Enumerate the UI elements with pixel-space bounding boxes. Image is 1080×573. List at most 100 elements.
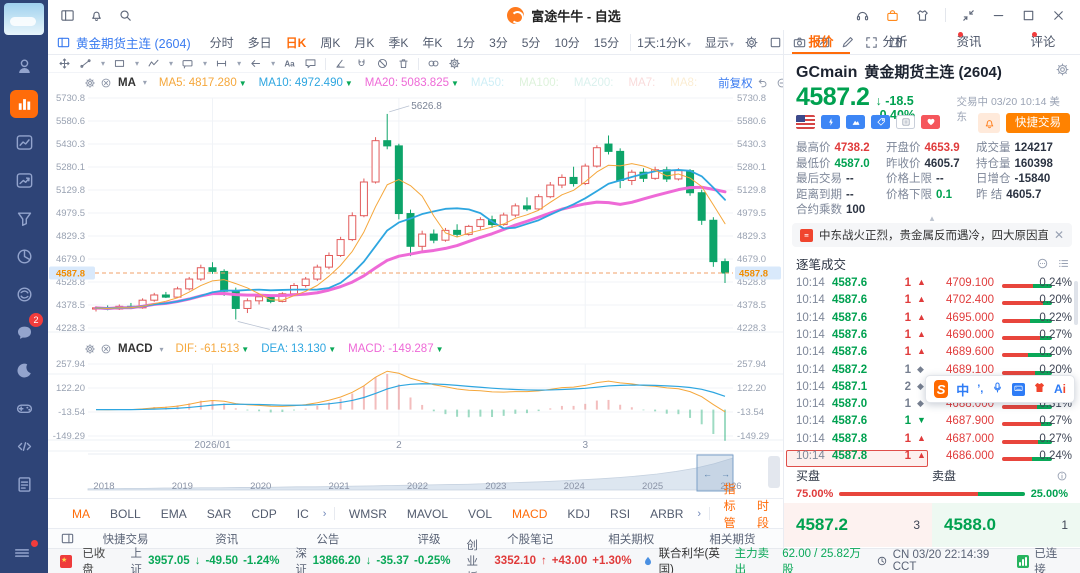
bell-icon[interactable]: [89, 8, 104, 23]
trade-row[interactable]: 10:14 4587.6 1 ▼ 4687.900 0.27%: [784, 415, 1080, 432]
price-alert-bell-icon[interactable]: [978, 113, 1000, 133]
interval-tool-icon[interactable]: [215, 57, 228, 70]
ban-tool-icon[interactable]: [376, 57, 389, 70]
period-tab-多日[interactable]: 多日: [241, 34, 279, 51]
sidebar-item-person[interactable]: [10, 52, 38, 80]
indicator-tab-KDJ[interactable]: KDJ: [557, 507, 600, 521]
tab-评论[interactable]: 评论: [1006, 30, 1080, 54]
quick-trade-button[interactable]: 快捷交易: [1006, 113, 1070, 133]
indicator-tab-ARBR[interactable]: ARBR: [640, 507, 693, 521]
symbol-panel-icon[interactable]: [56, 35, 71, 50]
headset-icon[interactable]: [855, 8, 870, 23]
trade-row[interactable]: 10:14 4587.8 1 ▲ 4687.000 0.27%: [784, 433, 1080, 450]
indicator-name[interactable]: MACD: [118, 343, 153, 355]
period-combo-tab[interactable]: 1天:1分K▾: [630, 33, 697, 51]
indicator-tab-MAVOL[interactable]: MAVOL: [397, 507, 458, 521]
tag-icon[interactable]: [871, 115, 890, 129]
period-tab-1分[interactable]: 1分: [449, 34, 482, 51]
sogou-logo-icon[interactable]: S: [934, 380, 949, 398]
quote-settings-gear-icon[interactable]: [1055, 62, 1070, 77]
arrow-left-tool-icon[interactable]: [249, 57, 262, 70]
period-tab-15分[interactable]: 15分: [587, 34, 626, 51]
list-view-icon[interactable]: [1057, 257, 1070, 270]
sidebar-item-funnel[interactable]: [10, 204, 38, 232]
tab-分析[interactable]: 分析: [858, 30, 932, 54]
wave-tool-icon[interactable]: [147, 57, 160, 70]
comment-tool-icon[interactable]: [304, 57, 317, 70]
news-close-icon[interactable]: ✕: [1054, 228, 1064, 242]
symbol-link[interactable]: 黄金期货主连 (2604): [76, 33, 191, 52]
keyboard-icon[interactable]: [1012, 382, 1025, 396]
angle-tool-icon[interactable]: [334, 57, 347, 70]
indicator-tab-MACD[interactable]: MACD: [502, 507, 557, 521]
info-icon[interactable]: [1056, 470, 1068, 482]
undo-icon[interactable]: [757, 77, 769, 89]
trade-row[interactable]: 10:14 4587.6 1 ▲ 4702.400 0.20%: [784, 294, 1080, 311]
magnet-tool-icon[interactable]: [355, 57, 368, 70]
close-icon[interactable]: [1051, 8, 1066, 23]
gear-tool-icon[interactable]: [448, 57, 461, 70]
period-tab-周K[interactable]: 周K: [313, 34, 347, 51]
index-上证[interactable]: 上证 3957.05 ↓ -49.50 -1.24%: [131, 545, 280, 573]
bottom-panel-toggle-icon[interactable]: [60, 531, 75, 546]
box-icon[interactable]: [768, 35, 783, 50]
more-chevron-icon[interactable]: ›: [693, 508, 705, 520]
sidebar-item-moon[interactable]: [10, 356, 38, 384]
rect-tool-icon[interactable]: [113, 57, 126, 70]
trade-row[interactable]: 10:14 4587.6 1 ▲ 4690.000 0.27%: [784, 329, 1080, 346]
sidebar-item-gamepad[interactable]: [10, 394, 38, 422]
period-tab-季K[interactable]: 季K: [381, 34, 415, 51]
ime-ai-button[interactable]: Ai: [1054, 382, 1066, 396]
indicator-tab-EMA[interactable]: EMA: [151, 507, 197, 521]
ime-toolbar[interactable]: S 中 ’, Ai: [925, 375, 1075, 403]
period-tab-3分[interactable]: 3分: [482, 34, 515, 51]
news-headline[interactable]: 中东战火正烈，贵金属反而遇冷，四大原因直击真...: [819, 227, 1048, 243]
trade-row[interactable]: 10:14 4587.6 1 ▲ 4689.600 0.20%: [784, 346, 1080, 363]
period-tab-分时[interactable]: 分时: [203, 34, 241, 51]
shirt-icon[interactable]: [915, 8, 930, 23]
macd-settings-icon[interactable]: [84, 343, 96, 355]
search-icon[interactable]: [118, 8, 133, 23]
ime-lang-toggle[interactable]: 中: [956, 380, 969, 399]
trade-row[interactable]: 10:14 4587.6 1 ▲ 4709.100 0.24%: [784, 277, 1080, 294]
more-chevron-icon[interactable]: ›: [319, 508, 331, 520]
bid-level[interactable]: 4587.2 3: [784, 503, 932, 547]
sidebar-item-pie[interactable]: [10, 242, 38, 270]
session-link[interactable]: 时段: [757, 497, 769, 531]
sidebar-menu-button[interactable]: [12, 540, 38, 566]
maxbox-icon[interactable]: [1021, 8, 1036, 23]
indicator-tab-IC[interactable]: IC: [287, 507, 319, 521]
indicator-tab-VOL[interactable]: VOL: [458, 507, 502, 521]
trash-tool-icon[interactable]: [397, 57, 410, 70]
more-options-icon[interactable]: [1036, 257, 1049, 270]
indicator-name[interactable]: MA: [118, 77, 136, 89]
callout-tool-icon[interactable]: [181, 57, 194, 70]
indicator-tab-WMSR[interactable]: WMSR: [339, 507, 397, 521]
quote-settings-icon[interactable]: [1055, 62, 1070, 77]
sidebar-item-chart-up[interactable]: [10, 166, 38, 194]
ime-skin-icon[interactable]: [1033, 381, 1046, 397]
indicator-tab-RSI[interactable]: RSI: [600, 507, 640, 521]
candlestick-chart[interactable]: 5730.8 5730.8 5580.6 5580.6 5430.3 5430.3 5280…: [48, 92, 783, 498]
macd-close-icon[interactable]: [100, 343, 112, 355]
period-tab-月K[interactable]: 月K: [347, 34, 381, 51]
move-tool-icon[interactable]: [58, 57, 71, 70]
ask-level[interactable]: 4588.0 1: [932, 503, 1080, 547]
capital-flow-ticker[interactable]: 联合利华(英国) 主力卖出 62.00 / 25.82万股: [642, 545, 866, 573]
period-tab-年K[interactable]: 年K: [415, 34, 449, 51]
sidebar-item-logo-z[interactable]: [10, 280, 38, 308]
flash-order-icon[interactable]: [821, 115, 840, 129]
ma-settings-icon[interactable]: [84, 77, 96, 89]
index-创业板[interactable]: 创业板 3352.10 ↑ +43.00 +1.30%: [466, 537, 631, 573]
market-detail-icon[interactable]: [846, 115, 865, 129]
microphone-icon[interactable]: [991, 381, 1004, 397]
index-深证[interactable]: 深证 13866.20 ↓ -35.37 -0.25%: [296, 545, 451, 573]
indicator-tab-MA[interactable]: MA: [62, 507, 100, 521]
note-icon[interactable]: [896, 115, 915, 129]
ma-close-icon[interactable]: [100, 77, 112, 89]
navigator-scroll-thumb[interactable]: [768, 456, 780, 488]
indicator-tab-BOLL[interactable]: BOLL: [100, 507, 151, 521]
circles-tool-icon[interactable]: [427, 57, 440, 70]
layout-icon[interactable]: [60, 8, 75, 23]
indicator-tab-CDP[interactable]: CDP: [241, 507, 286, 521]
